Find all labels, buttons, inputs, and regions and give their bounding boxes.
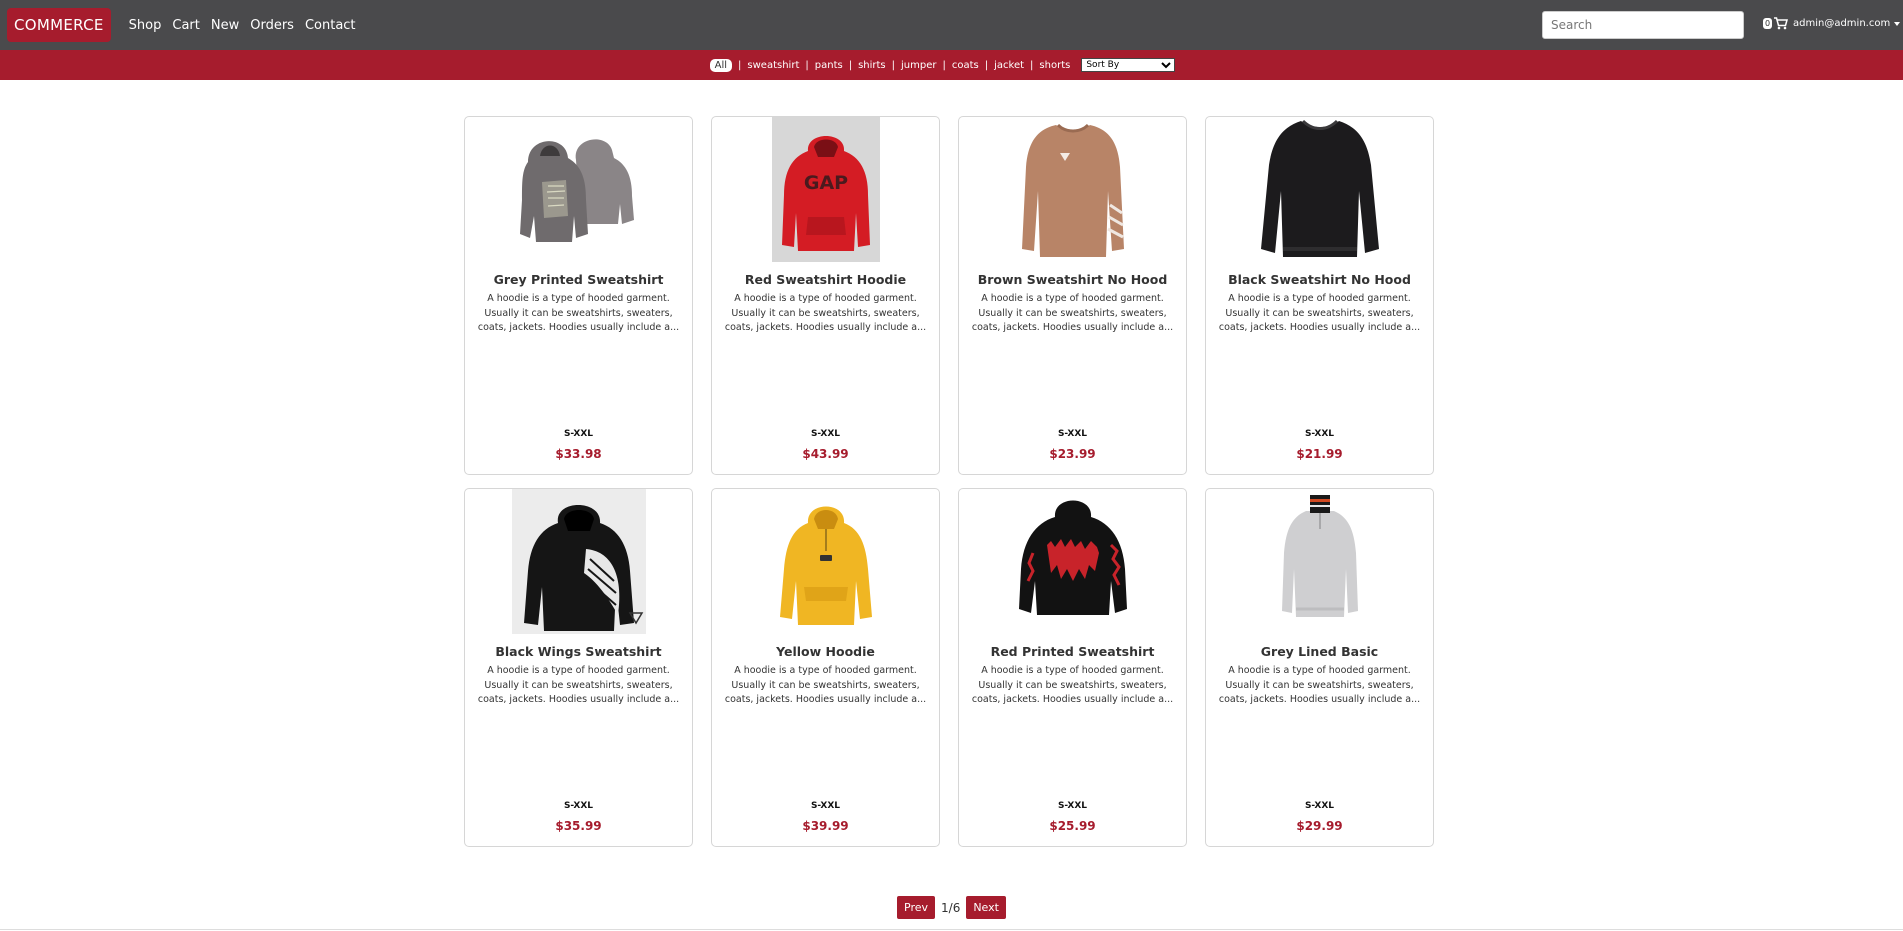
product-image[interactable]: GAP [712,117,939,262]
search-input[interactable] [1542,11,1744,39]
product-title[interactable]: Red Printed Sweatshirt [959,644,1186,659]
filter-shorts[interactable]: shorts [1039,60,1070,71]
filter-all[interactable]: All [709,58,733,72]
product-title[interactable]: Grey Lined Basic [1206,644,1433,659]
nav-links: Shop Cart New Orders Contact [129,18,367,33]
product-size: S-XXL [1057,801,1088,811]
product-description: A hoodie is a type of hooded garment. Us… [477,665,680,705]
product-image[interactable] [465,489,692,634]
footer-divider [0,929,1903,930]
next-button[interactable]: Next [966,896,1006,919]
product-size: S-XXL [563,801,594,811]
filter-pants[interactable]: pants [815,60,843,71]
product-card[interactable]: Red Printed Sweatshirt A hoodie is a typ… [958,488,1187,847]
product-image[interactable] [1206,117,1433,262]
product-title[interactable]: Brown Sweatshirt No Hood [959,272,1186,287]
grey-zip-sweater-image [1281,495,1358,617]
chevron-down-icon [1894,21,1901,26]
product-card[interactable]: GAP Red Sweatshirt Hoodie A hoodie is a … [711,116,940,475]
nav-link-orders[interactable]: Orders [250,18,294,33]
user-email: admin@admin.com [1793,18,1891,29]
product-price: $39.99 [802,819,849,833]
product-price: $43.99 [802,447,849,461]
product-card[interactable]: Grey Lined Basic A hoodie is a type of h… [1205,488,1434,847]
prev-button[interactable]: Prev [897,896,936,919]
svg-text:GAP: GAP [803,172,847,194]
product-image[interactable] [1206,489,1433,634]
sort-select[interactable]: Sort By [1081,58,1176,72]
filter-jumper[interactable]: jumper [901,60,936,71]
product-price: $23.99 [1049,447,1096,461]
product-title[interactable]: Red Sweatshirt Hoodie [712,272,939,287]
product-image[interactable] [959,489,1186,634]
filter-sweatshirt[interactable]: sweatshirt [747,60,799,71]
yellow-hoodie-image [779,506,872,625]
product-description: A hoodie is a type of hooded garment. Us… [1218,665,1421,705]
red-gap-hoodie-image: GAP [771,117,880,262]
brand-logo[interactable]: COMMERCE [7,8,111,42]
page-indicator: 1/6 [941,900,961,915]
nav-link-cart[interactable]: Cart [172,18,200,33]
black-wings-hoodie-image [511,489,646,634]
nav-link-contact[interactable]: Contact [305,18,356,33]
cart-count-badge: 0 [1763,18,1773,29]
product-image[interactable] [712,489,939,634]
black-crewneck-image [1260,119,1379,257]
product-card[interactable]: Black Wings Sweatshirt A hoodie is a typ… [464,488,693,847]
black-red-print-hoodie-image [1018,500,1127,615]
filter-coats[interactable]: coats [952,60,979,71]
product-size: S-XXL [1304,801,1335,811]
product-size: S-XXL [1304,429,1335,439]
product-price: $35.99 [555,819,602,833]
product-card[interactable]: Grey Printed Sweatshirt A hoodie is a ty… [464,116,693,475]
product-title[interactable]: Black Sweatshirt No Hood [1206,272,1433,287]
product-title[interactable]: Grey Printed Sweatshirt [465,272,692,287]
category-filter-bar: All | sweatshirt | pants | shirts | jump… [0,50,1903,80]
nav-link-shop[interactable]: Shop [129,18,162,33]
cart-icon [1774,17,1789,30]
product-price: $33.98 [555,447,602,461]
cart-button[interactable]: 0 [1763,17,1789,30]
product-card[interactable]: Yellow Hoodie A hoodie is a type of hood… [711,488,940,847]
product-title[interactable]: Yellow Hoodie [712,644,939,659]
product-price: $25.99 [1049,819,1096,833]
product-description: A hoodie is a type of hooded garment. Us… [971,293,1174,333]
product-size: S-XXL [563,429,594,439]
top-navbar: COMMERCE Shop Cart New Orders Contact 0 … [0,0,1903,50]
product-description: A hoodie is a type of hooded garment. Us… [724,293,927,333]
user-menu-toggle[interactable]: admin@admin.com [1793,18,1901,29]
product-description: A hoodie is a type of hooded garment. Us… [724,665,927,705]
product-price: $29.99 [1296,819,1343,833]
product-image[interactable] [465,117,692,262]
product-price: $21.99 [1296,447,1343,461]
pagination: Prev 1/6 Next [0,896,1903,919]
filter-shirts[interactable]: shirts [858,60,886,71]
filter-jacket[interactable]: jacket [994,60,1024,71]
product-card[interactable]: Black Sweatshirt No Hood A hoodie is a t… [1205,116,1434,475]
product-size: S-XXL [810,801,841,811]
product-title[interactable]: Black Wings Sweatshirt [465,644,692,659]
product-card[interactable]: Brown Sweatshirt No Hood A hoodie is a t… [958,116,1187,475]
product-description: A hoodie is a type of hooded garment. Us… [477,293,680,333]
brown-crewneck-image [1021,123,1124,257]
product-size: S-XXL [1057,429,1088,439]
grey-hoodie-pair-image [519,138,634,242]
product-image[interactable] [959,117,1186,262]
product-description: A hoodie is a type of hooded garment. Us… [1218,293,1421,333]
product-description: A hoodie is a type of hooded garment. Us… [971,665,1174,705]
nav-link-new[interactable]: New [211,18,239,33]
product-grid: Grey Printed Sweatshirt A hoodie is a ty… [464,116,1436,847]
product-size: S-XXL [810,429,841,439]
category-filters: All | sweatshirt | pants | shirts | jump… [709,58,1176,72]
